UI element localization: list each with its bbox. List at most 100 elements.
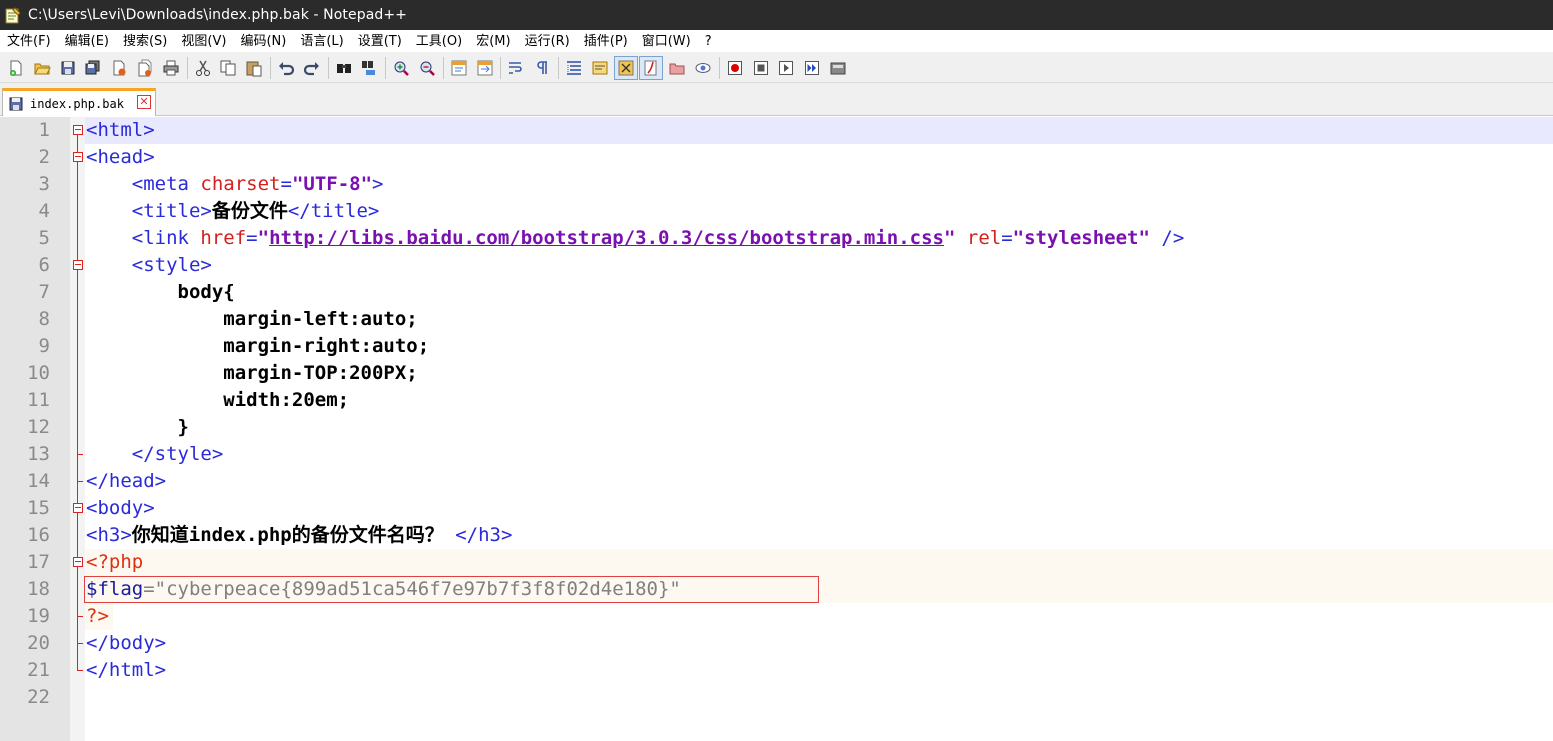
fold-end bbox=[72, 603, 84, 630]
code-text: margin-TOP:200PX; bbox=[86, 360, 417, 387]
view-icon[interactable] bbox=[691, 56, 715, 80]
line-number: 11 bbox=[27, 389, 50, 411]
code-text: </style> bbox=[86, 441, 224, 468]
notepadpp-app-icon[interactable] bbox=[4, 6, 22, 24]
token-tag: <title> bbox=[131, 200, 212, 222]
toolbar-separator bbox=[718, 56, 720, 79]
print-icon[interactable] bbox=[159, 56, 183, 80]
token-value: "UTF-8" bbox=[291, 173, 373, 195]
undo-icon[interactable] bbox=[274, 56, 298, 80]
code-text: width:20em; bbox=[86, 387, 349, 414]
fold-toggle-icon[interactable] bbox=[72, 252, 84, 279]
copy-icon[interactable] bbox=[216, 56, 240, 80]
code-text: body{ bbox=[86, 279, 235, 306]
editor-area[interactable]: 1 <html> 2 <head> 3 <meta charset="UTF-8… bbox=[0, 117, 1553, 741]
save-all-icon[interactable] bbox=[81, 56, 105, 80]
save-macro-icon[interactable] bbox=[826, 56, 850, 80]
toolbar bbox=[0, 53, 1553, 83]
cut-icon[interactable] bbox=[191, 56, 215, 80]
toolbar-separator bbox=[557, 56, 559, 79]
new-file-icon[interactable] bbox=[4, 56, 28, 80]
token-php-string: "cyberpeace{899ad51ca546f7e97b7f3f8f02d4… bbox=[154, 578, 681, 600]
monitoring-icon[interactable] bbox=[665, 56, 689, 80]
token-quote: " bbox=[943, 227, 967, 249]
close-all-icon[interactable] bbox=[133, 56, 157, 80]
folder-workspace-icon[interactable] bbox=[639, 55, 664, 80]
zoom-out-icon[interactable] bbox=[415, 56, 439, 80]
menu-window[interactable]: 窗口(W) bbox=[635, 30, 698, 53]
word-wrap-icon[interactable] bbox=[504, 56, 528, 80]
menu-file[interactable]: 文件(F) bbox=[0, 30, 58, 53]
fold-line bbox=[72, 360, 84, 387]
open-file-icon[interactable] bbox=[30, 56, 54, 80]
record-macro-icon[interactable] bbox=[723, 56, 747, 80]
fold-toggle-icon[interactable] bbox=[72, 549, 84, 576]
line-number: 21 bbox=[27, 659, 50, 681]
menu-help[interactable]: ? bbox=[698, 30, 719, 53]
menu-edit[interactable]: 编辑(E) bbox=[58, 30, 116, 53]
menu-search[interactable]: 搜索(S) bbox=[116, 30, 174, 53]
fold-line bbox=[72, 414, 84, 441]
fold-toggle-icon[interactable] bbox=[72, 117, 84, 144]
fold-end bbox=[72, 657, 84, 684]
menu-run[interactable]: 运行(R) bbox=[518, 30, 577, 53]
line-number: 13 bbox=[27, 443, 50, 465]
close-icon[interactable] bbox=[107, 56, 131, 80]
code-line: 13 </style> bbox=[0, 441, 1553, 468]
code-text: </head> bbox=[86, 468, 166, 495]
code-text: } bbox=[86, 414, 189, 441]
function-list-icon[interactable] bbox=[613, 55, 638, 80]
menu-tools[interactable]: 工具(O) bbox=[409, 30, 469, 53]
token-tag: <style> bbox=[131, 254, 212, 276]
stop-macro-icon[interactable] bbox=[749, 56, 773, 80]
fold-line bbox=[72, 279, 84, 306]
tab-index-php-bak[interactable]: index.php.bak ✕ bbox=[2, 88, 156, 116]
save-icon[interactable] bbox=[56, 56, 80, 80]
fold-line bbox=[72, 225, 84, 252]
sync-horizontal-icon[interactable] bbox=[473, 56, 497, 80]
paste-icon[interactable] bbox=[242, 56, 266, 80]
doc-map-icon[interactable] bbox=[588, 56, 612, 80]
token-eq: = bbox=[1001, 227, 1013, 249]
run-macro-multiple-icon[interactable] bbox=[800, 56, 824, 80]
code-text: ?> bbox=[86, 603, 109, 630]
token-attr: href bbox=[200, 227, 247, 249]
code-line: 12 } bbox=[0, 414, 1553, 441]
token-tag: </title> bbox=[287, 200, 380, 222]
menu-view[interactable]: 视图(V) bbox=[174, 30, 233, 53]
code-line: 6 <style> bbox=[0, 252, 1553, 279]
line-number: 9 bbox=[38, 335, 50, 357]
show-all-chars-icon[interactable] bbox=[530, 56, 554, 80]
token-tag: </head> bbox=[86, 470, 167, 492]
token-css: } bbox=[177, 416, 189, 438]
menu-settings[interactable]: 设置(T) bbox=[351, 30, 409, 53]
token-url[interactable]: http://libs.baidu.com/bootstrap/3.0.3/cs… bbox=[269, 227, 944, 249]
code-line: 3 <meta charset="UTF-8"> bbox=[0, 171, 1553, 198]
fold-line bbox=[72, 387, 84, 414]
menu-macro[interactable]: 宏(M) bbox=[469, 30, 517, 53]
code-text: </body> bbox=[86, 630, 166, 657]
fold-line bbox=[72, 522, 84, 549]
find-icon[interactable] bbox=[332, 56, 356, 80]
sync-vertical-icon[interactable] bbox=[447, 56, 471, 80]
zoom-in-icon[interactable] bbox=[389, 56, 413, 80]
play-macro-icon[interactable] bbox=[774, 56, 798, 80]
replace-icon[interactable] bbox=[357, 56, 381, 80]
toolbar-separator bbox=[327, 56, 329, 79]
indent-guide-icon[interactable] bbox=[562, 56, 586, 80]
line-number: 2 bbox=[38, 146, 50, 168]
window-title: C:\Users\Levi\Downloads\index.php.bak - … bbox=[28, 7, 408, 23]
token-text: 你知道 bbox=[131, 524, 189, 546]
redo-icon[interactable] bbox=[300, 56, 324, 80]
token-tag: </html> bbox=[86, 659, 167, 681]
fold-toggle-icon[interactable] bbox=[72, 495, 84, 522]
token-tag: <head> bbox=[86, 146, 155, 168]
fold-toggle-icon[interactable] bbox=[72, 144, 84, 171]
menu-language[interactable]: 语言(L) bbox=[293, 30, 350, 53]
tab-close-icon[interactable]: ✕ bbox=[137, 95, 151, 109]
line-number: 14 bbox=[27, 470, 50, 492]
token-tag: > bbox=[372, 173, 384, 195]
menu-encoding[interactable]: 编码(N) bbox=[233, 30, 293, 53]
menu-plugins[interactable]: 插件(P) bbox=[577, 30, 635, 53]
line-number: 19 bbox=[27, 605, 50, 627]
